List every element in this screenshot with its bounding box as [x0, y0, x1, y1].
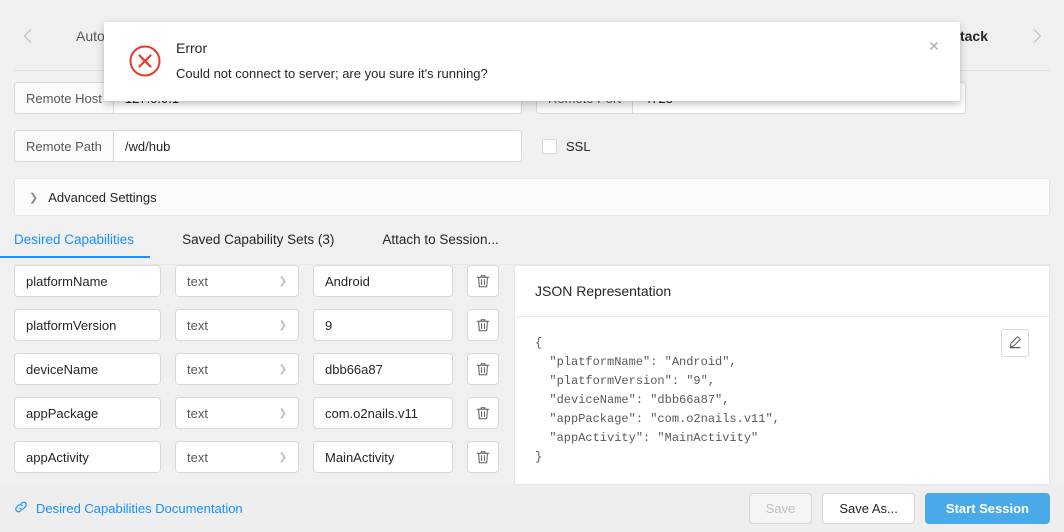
capability-delete-button[interactable]: [467, 441, 499, 473]
capabilities-body: text ❯ text ❯: [14, 265, 1050, 485]
error-circle-icon: [124, 38, 166, 78]
capability-type-select[interactable]: text ❯: [175, 441, 299, 473]
nav-next-arrow[interactable]: [1024, 16, 1050, 56]
save-button[interactable]: Save: [749, 493, 813, 524]
path-ssl-row: Remote Path SSL: [14, 130, 1050, 162]
capability-value-input[interactable]: [313, 353, 453, 385]
capability-value-input[interactable]: [313, 309, 453, 341]
capability-name-input[interactable]: [14, 309, 161, 341]
nav-prev-arrow[interactable]: [14, 16, 40, 56]
save-as-button[interactable]: Save As...: [822, 493, 915, 524]
capability-name-input[interactable]: [14, 397, 161, 429]
capability-type-value: text: [187, 406, 208, 421]
capability-delete-button[interactable]: [467, 353, 499, 385]
error-text-block: Error Could not connect to server; are y…: [166, 38, 940, 83]
capability-type-select[interactable]: text ❯: [175, 353, 299, 385]
capability-name-input[interactable]: [14, 441, 161, 473]
tab-saved-capability-sets[interactable]: Saved Capability Sets (3): [182, 232, 334, 258]
chevron-down-icon: ❯: [279, 276, 287, 287]
json-representation-panel: JSON Representation { "platformName": "A…: [514, 265, 1050, 485]
capability-row: text ❯: [14, 353, 504, 385]
capability-type-value: text: [187, 450, 208, 465]
capabilities-editor: text ❯ text ❯: [14, 265, 504, 485]
doc-link-label: Desired Capabilities Documentation: [36, 501, 243, 516]
desired-capabilities-documentation-link[interactable]: Desired Capabilities Documentation: [14, 500, 243, 517]
capability-row: text ❯: [14, 441, 504, 473]
start-session-button[interactable]: Start Session: [925, 493, 1050, 524]
trash-icon: [476, 406, 490, 421]
capability-row: text ❯: [14, 309, 504, 341]
capability-delete-button[interactable]: [467, 397, 499, 429]
capability-row: text ❯: [14, 265, 504, 297]
chevron-down-icon: ❯: [279, 452, 287, 463]
ssl-label: SSL: [566, 139, 591, 154]
capability-type-select[interactable]: text ❯: [175, 397, 299, 429]
capability-value-input[interactable]: [313, 397, 453, 429]
trash-icon: [476, 450, 490, 465]
remote-path-group: Remote Path: [14, 130, 522, 162]
trash-icon: [476, 274, 490, 289]
capability-name-input[interactable]: [14, 265, 161, 297]
capability-type-value: text: [187, 362, 208, 377]
chevron-down-icon: ❯: [279, 364, 287, 375]
capability-delete-button[interactable]: [467, 309, 499, 341]
error-message: Could not connect to server; are you sur…: [176, 64, 940, 83]
trash-icon: [476, 318, 490, 333]
capability-type-value: text: [187, 318, 208, 333]
chevron-down-icon: ❯: [279, 320, 287, 331]
footer-bar: Desired Capabilities Documentation Save …: [0, 485, 1064, 532]
chevron-left-icon: [23, 29, 32, 43]
capability-type-select[interactable]: text ❯: [175, 265, 299, 297]
capability-name-input[interactable]: [14, 353, 161, 385]
advanced-settings-toggle[interactable]: ❯ Advanced Settings: [14, 178, 1050, 216]
advanced-settings-label: Advanced Settings: [48, 190, 156, 205]
json-code: { "platformName": "Android", "platformVe…: [535, 334, 1029, 467]
ssl-toggle-wrap: SSL: [542, 139, 591, 154]
capability-tabs: Desired Capabilities Saved Capability Se…: [14, 225, 1050, 265]
tab-attach-to-session[interactable]: Attach to Session...: [382, 232, 498, 258]
remote-host-label: Remote Host: [15, 83, 114, 113]
remote-path-input[interactable]: [114, 131, 521, 161]
remote-path-label: Remote Path: [15, 131, 114, 161]
capability-value-input[interactable]: [313, 265, 453, 297]
error-notification: Error Could not connect to server; are y…: [104, 22, 960, 101]
error-title: Error: [176, 38, 940, 58]
chevron-right-icon: [1033, 29, 1042, 43]
capability-value-input[interactable]: [313, 441, 453, 473]
ssl-checkbox[interactable]: [542, 139, 557, 154]
capability-delete-button[interactable]: [467, 265, 499, 297]
close-icon[interactable]: ✕: [924, 36, 944, 56]
tab-desired-capabilities[interactable]: Desired Capabilities: [14, 232, 134, 258]
capability-type-select[interactable]: text ❯: [175, 309, 299, 341]
chevron-down-icon: ❯: [279, 408, 287, 419]
link-icon: [14, 500, 28, 517]
json-edit-button[interactable]: [1001, 329, 1029, 357]
trash-icon: [476, 362, 490, 377]
capability-type-value: text: [187, 274, 208, 289]
json-panel-title: JSON Representation: [515, 266, 1049, 317]
chevron-right-icon: ❯: [29, 191, 38, 204]
footer-buttons: Save Save As... Start Session: [749, 493, 1050, 524]
pencil-icon: [1008, 335, 1022, 352]
json-panel-body: { "platformName": "Android", "platformVe…: [515, 317, 1049, 484]
capability-row: text ❯: [14, 397, 504, 429]
appium-inspector-window: Autom Stack Remote Host Remote Port: [0, 0, 1064, 532]
